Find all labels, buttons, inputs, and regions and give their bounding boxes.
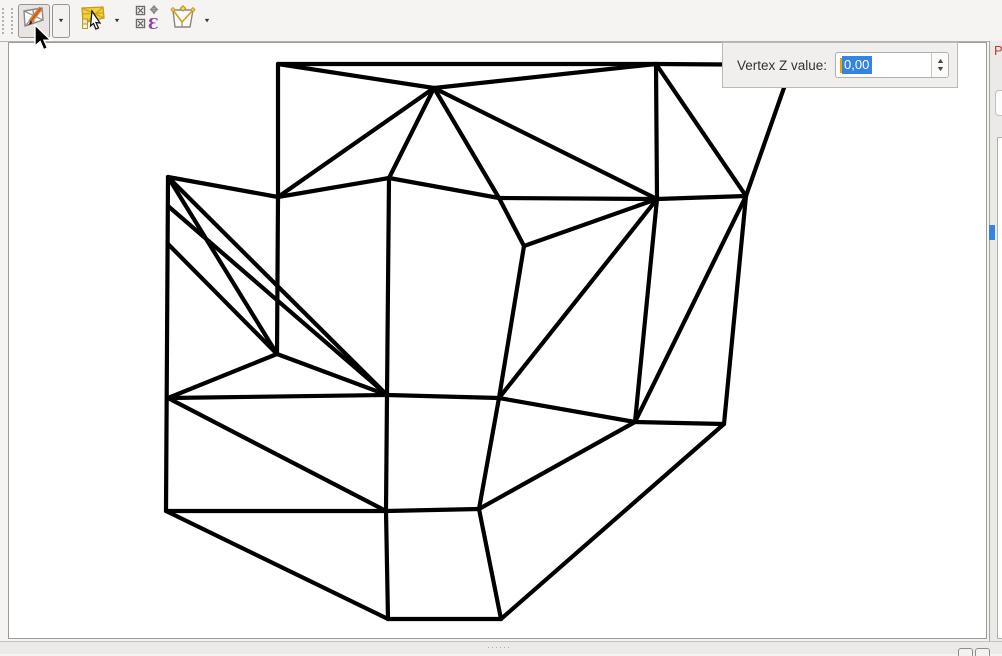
chevron-down-icon: ▾: [59, 17, 64, 24]
vertex-z-spinbox[interactable]: 0,00 ▲ ▼: [835, 52, 949, 78]
chevron-down-icon: ▾: [115, 17, 120, 24]
select-mesh-button[interactable]: [77, 4, 109, 38]
map-canvas[interactable]: [8, 42, 987, 639]
chevron-down-icon: ▾: [205, 17, 210, 24]
force-by-geometries-dropdown[interactable]: ▾: [200, 5, 214, 37]
edit-z-value-icon: Ɛ: [135, 5, 163, 36]
vertex-z-spinner[interactable]: ▲ ▼: [931, 53, 948, 77]
force-by-geometries-button[interactable]: [167, 4, 199, 38]
side-panel-fragment: P: [990, 41, 1002, 653]
statusbar-widget-fragment[interactable]: [975, 648, 990, 656]
resize-grip-dots[interactable]: ······: [487, 643, 511, 652]
select-mesh-icon: [80, 5, 106, 36]
vertex-z-widget: Vertex Z value: 0,00 ▲ ▼: [722, 42, 958, 88]
force-by-geometries-icon: [169, 5, 197, 36]
spin-down-icon[interactable]: ▼: [935, 66, 944, 73]
statusbar-widget-fragment[interactable]: [958, 648, 973, 656]
toolbar-drag-handle[interactable]: [2, 8, 13, 34]
select-mesh-dropdown[interactable]: ▾: [110, 5, 124, 37]
side-panel-title-fragment: P: [994, 43, 1002, 58]
side-panel-button-fragment[interactable]: [995, 90, 1002, 116]
edit-z-value-button[interactable]: Ɛ: [133, 4, 165, 38]
vertex-z-label: Vertex Z value:: [737, 58, 827, 73]
vertex-z-input[interactable]: 0,00: [836, 53, 931, 77]
spin-up-icon[interactable]: ▲: [935, 58, 944, 65]
mesh-digitizing-toolbar: ▾ ▾ Ɛ: [0, 0, 1002, 42]
mouse-cursor-icon: [33, 24, 55, 59]
mesh-layer: [9, 43, 986, 638]
vertex-z-value: 0,00: [842, 56, 872, 74]
status-strip: ······: [0, 641, 1002, 654]
side-panel-selection-indicator[interactable]: [989, 225, 995, 240]
side-panel-list-fragment: [997, 137, 1002, 639]
svg-text:Ɛ: Ɛ: [148, 15, 159, 31]
